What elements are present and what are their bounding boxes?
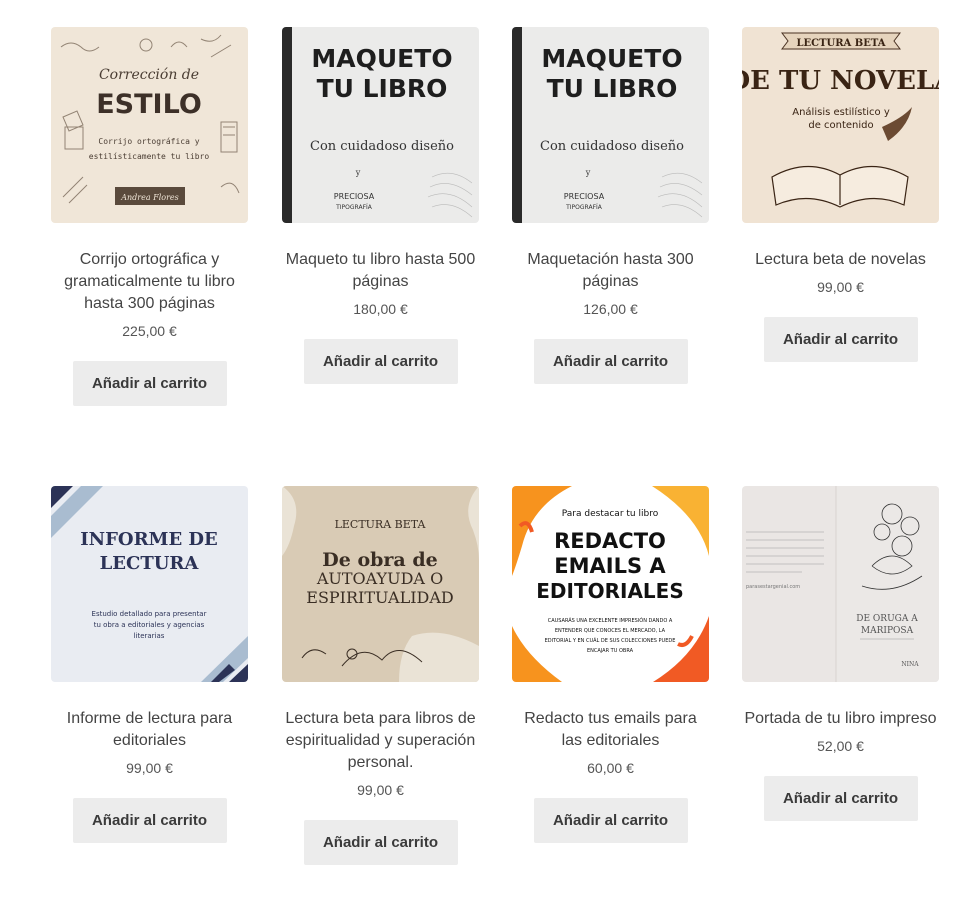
product-card: MAQUETO TU LIBRO Con cuidadoso diseño y … bbox=[282, 27, 479, 384]
svg-text:PRECIOSA: PRECIOSA bbox=[564, 192, 605, 201]
svg-text:tu obra a editoriales y agenci: tu obra a editoriales y agencias bbox=[94, 621, 205, 629]
product-card: Para destacar tu libro REDACTO EMAILS A … bbox=[512, 486, 709, 843]
product-price: 180,00 € bbox=[353, 301, 408, 317]
svg-text:MAQUETO: MAQUETO bbox=[541, 44, 682, 73]
svg-text:Estudio detallado para present: Estudio detallado para presentar bbox=[92, 610, 207, 618]
svg-text:MAQUETO: MAQUETO bbox=[311, 44, 452, 73]
product-image-lectura-beta-novela[interactable]: LECTURA BETA DE TU NOVELA Análisis estil… bbox=[742, 27, 939, 223]
product-image-lectura-beta-autoayuda[interactable]: LECTURA BETA De obra de AUTOAYUDA O ESPI… bbox=[282, 486, 479, 682]
add-to-cart-button[interactable]: Añadir al carrito bbox=[72, 361, 227, 406]
product-image-maquetacion[interactable]: MAQUETO TU LIBRO Con cuidadoso diseño y … bbox=[512, 27, 709, 223]
svg-text:y: y bbox=[355, 168, 361, 177]
product-price: 99,00 € bbox=[357, 782, 404, 798]
add-to-cart-button[interactable]: Añadir al carrito bbox=[763, 317, 918, 362]
svg-text:Con cuidadoso diseño: Con cuidadoso diseño bbox=[310, 139, 454, 154]
add-to-cart-button[interactable]: Añadir al carrito bbox=[72, 798, 227, 843]
svg-text:ENCAJAR TU OBRA: ENCAJAR TU OBRA bbox=[587, 648, 634, 654]
svg-text:Corrección de: Corrección de bbox=[99, 67, 199, 83]
svg-text:PRECIOSA: PRECIOSA bbox=[334, 192, 375, 201]
product-title[interactable]: Maquetación hasta 300 páginas bbox=[512, 249, 709, 293]
svg-text:de contenido: de contenido bbox=[808, 120, 873, 131]
svg-text:y: y bbox=[585, 168, 591, 177]
svg-text:MARIPOSA: MARIPOSA bbox=[861, 626, 914, 636]
svg-text:LECTURA BETA: LECTURA BETA bbox=[335, 518, 427, 531]
product-card: parasestargenial.com DE ORUGA A MARIPOSA… bbox=[742, 486, 939, 821]
product-title[interactable]: Maqueto tu libro hasta 500 páginas bbox=[282, 249, 479, 293]
product-price: 60,00 € bbox=[587, 760, 634, 776]
svg-text:TU LIBRO: TU LIBRO bbox=[547, 74, 678, 103]
svg-text:literarias: literarias bbox=[134, 632, 165, 640]
svg-text:EDITORIAL Y EN CUÁL DE SUS COL: EDITORIAL Y EN CUÁL DE SUS COLECCIONES P… bbox=[545, 637, 676, 644]
product-card: INFORME DE LECTURA Estudio detallado par… bbox=[51, 486, 248, 843]
svg-text:ENTENDER QUE CONOCES EL MERCAD: ENTENDER QUE CONOCES EL MERCADO, LA bbox=[555, 628, 666, 634]
svg-text:NINA: NINA bbox=[901, 661, 919, 668]
svg-text:DE ORUGA A: DE ORUGA A bbox=[856, 614, 918, 624]
svg-text:CAUSARÁS UNA EXCELENTE IMPRESI: CAUSARÁS UNA EXCELENTE IMPRESIÓN DANDO A bbox=[548, 617, 673, 624]
svg-text:Corrijo ortográfica y: Corrijo ortográfica y bbox=[98, 137, 199, 146]
product-title[interactable]: Lectura beta de novelas bbox=[742, 249, 939, 271]
product-price: 99,00 € bbox=[126, 760, 173, 776]
product-grid: Corrección de ESTILO Corrijo ortográfica… bbox=[0, 0, 960, 916]
svg-text:Con cuidadoso diseño: Con cuidadoso diseño bbox=[540, 139, 684, 154]
add-to-cart-button[interactable]: Añadir al carrito bbox=[763, 776, 918, 821]
svg-text:EDITORIALES: EDITORIALES bbox=[536, 579, 683, 603]
product-image-emails-editoriales[interactable]: Para destacar tu libro REDACTO EMAILS A … bbox=[512, 486, 709, 682]
product-price: 126,00 € bbox=[583, 301, 638, 317]
svg-text:Andrea Flores: Andrea Flores bbox=[120, 193, 179, 202]
product-price: 99,00 € bbox=[817, 279, 864, 295]
add-to-cart-button[interactable]: Añadir al carrito bbox=[533, 798, 688, 843]
svg-text:TIPOGRAFÍA: TIPOGRAFÍA bbox=[335, 204, 373, 211]
product-image-portada-libro[interactable]: parasestargenial.com DE ORUGA A MARIPOSA… bbox=[742, 486, 939, 682]
svg-text:TU LIBRO: TU LIBRO bbox=[317, 74, 448, 103]
svg-text:De obra de: De obra de bbox=[322, 549, 437, 571]
product-card: LECTURA BETA DE TU NOVELA Análisis estil… bbox=[742, 27, 939, 362]
svg-text:LECTURA BETA: LECTURA BETA bbox=[796, 38, 885, 49]
product-title[interactable]: Lectura beta para libros de espiritualid… bbox=[282, 708, 479, 774]
product-title[interactable]: Corrijo ortográfica y gramaticalmente tu… bbox=[51, 249, 248, 315]
svg-text:parasestargenial.com: parasestargenial.com bbox=[746, 584, 800, 590]
svg-text:EMAILS A: EMAILS A bbox=[554, 554, 666, 578]
add-to-cart-button[interactable]: Añadir al carrito bbox=[533, 339, 688, 384]
product-price: 225,00 € bbox=[122, 323, 177, 339]
product-card: LECTURA BETA De obra de AUTOAYUDA O ESPI… bbox=[282, 486, 479, 865]
product-title[interactable]: Redacto tus emails para las editoriales bbox=[512, 708, 709, 752]
svg-text:estilísticamente tu libro: estilísticamente tu libro bbox=[89, 152, 210, 161]
product-title[interactable]: Informe de lectura para editoriales bbox=[51, 708, 248, 752]
svg-text:Análisis estilístico y: Análisis estilístico y bbox=[792, 106, 890, 118]
product-price: 52,00 € bbox=[817, 738, 864, 754]
svg-text:AUTOAYUDA O: AUTOAYUDA O bbox=[316, 569, 443, 588]
product-image-maqueto-libro[interactable]: MAQUETO TU LIBRO Con cuidadoso diseño y … bbox=[282, 27, 479, 223]
svg-text:LECTURA: LECTURA bbox=[100, 553, 200, 574]
product-image-informe-lectura[interactable]: INFORME DE LECTURA Estudio detallado par… bbox=[51, 486, 248, 682]
svg-text:ESPIRITUALIDAD: ESPIRITUALIDAD bbox=[306, 588, 453, 607]
svg-text:DE TU NOVELA: DE TU NOVELA bbox=[742, 66, 939, 96]
product-image-correccion-estilo[interactable]: Corrección de ESTILO Corrijo ortográfica… bbox=[51, 27, 248, 223]
svg-text:INFORME DE: INFORME DE bbox=[80, 529, 218, 550]
product-card: MAQUETO TU LIBRO Con cuidadoso diseño y … bbox=[512, 27, 709, 384]
svg-text:REDACTO: REDACTO bbox=[554, 529, 666, 553]
add-to-cart-button[interactable]: Añadir al carrito bbox=[303, 339, 458, 384]
add-to-cart-button[interactable]: Añadir al carrito bbox=[303, 820, 458, 865]
svg-text:TIPOGRAFÍA: TIPOGRAFÍA bbox=[565, 204, 603, 211]
svg-text:ESTILO: ESTILO bbox=[96, 89, 202, 120]
product-title[interactable]: Portada de tu libro impreso bbox=[742, 708, 939, 730]
svg-text:Para destacar tu libro: Para destacar tu libro bbox=[562, 509, 659, 519]
product-card: Corrección de ESTILO Corrijo ortográfica… bbox=[51, 27, 248, 406]
